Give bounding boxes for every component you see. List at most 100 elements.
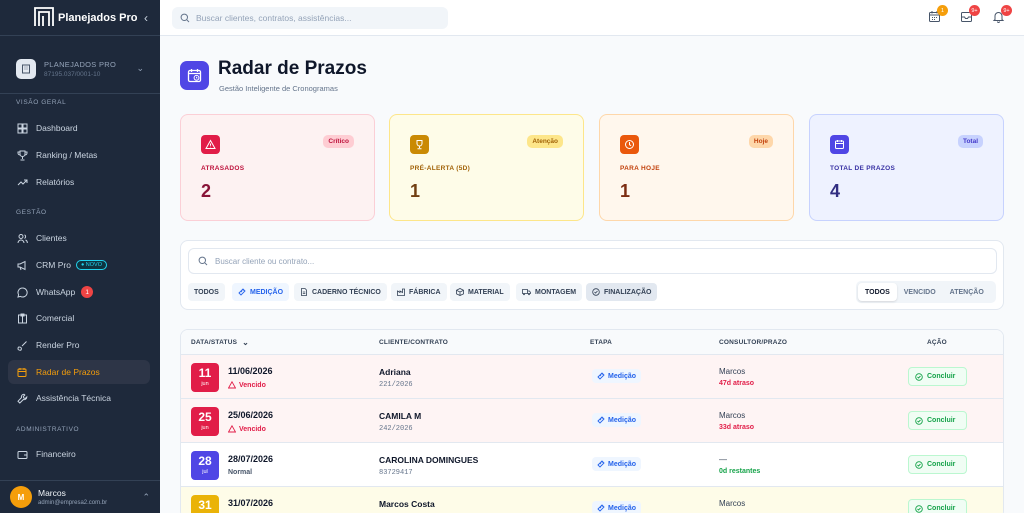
filter-chip-material[interactable]: MATERIAL xyxy=(450,283,510,301)
clipboard-icon xyxy=(18,313,27,323)
kpi-card-total[interactable]: Total TOTAL DE PRAZOS 4 xyxy=(809,114,1004,221)
sidebar-item-crm-pro[interactable]: CRM Pro ● NOVO xyxy=(8,253,150,277)
date-day: 28 xyxy=(198,454,212,468)
sidebar-item-assistencia-tecnica[interactable]: Assistência Técnica xyxy=(8,386,150,410)
row-status: Vencido xyxy=(228,425,266,433)
chip-label: FÁBRICA xyxy=(409,288,441,296)
sidebar-item-ranking[interactable]: Ranking / Metas xyxy=(8,143,150,167)
sidebar-item-label: Dashboard xyxy=(36,123,78,133)
sidebar-item-render-pro[interactable]: Render Pro xyxy=(8,333,150,357)
user-menu[interactable]: M Marcos admin@empresa2.com.br ⌃ xyxy=(0,480,160,513)
conclude-button[interactable]: Concluir xyxy=(908,411,967,430)
ruler-icon xyxy=(597,372,605,380)
kpi-value: 2 xyxy=(201,181,212,201)
column-header-consultant: CONSULTOR/PRAZO xyxy=(719,339,788,346)
filter-chip-montagem[interactable]: MONTAGEM xyxy=(516,283,583,301)
header-label: DATA/STATUS xyxy=(191,339,238,346)
notification-badge: 9+ xyxy=(1001,5,1012,16)
client-search-input[interactable]: Buscar cliente ou contrato... xyxy=(188,248,997,274)
stage-badge: Medição xyxy=(592,501,642,513)
filter-panel: Buscar cliente ou contrato... TODOS MEDI… xyxy=(180,240,1004,310)
whatsapp-icon xyxy=(17,286,28,298)
row-deadline: 0d restantes xyxy=(719,468,761,475)
conclude-button[interactable]: Concluir xyxy=(908,367,967,386)
section-gestao: GESTÃO xyxy=(16,209,47,216)
kpi-card-pre-alerta[interactable]: Atenção PRÉ-ALERTA (5D) 1 xyxy=(389,114,584,221)
table-row[interactable]: 25 jun 25/06/2026 Vencido CAMILA M 242/20… xyxy=(181,399,1003,443)
clock-icon xyxy=(620,135,639,154)
company-name: PLANEJADOS PRO xyxy=(44,59,117,69)
collapse-sidebar-button[interactable]: ‹ xyxy=(144,11,148,25)
chip-label: FINALIZAÇÃO xyxy=(604,288,652,296)
date-month: jun xyxy=(201,381,209,387)
sidebar-item-clientes[interactable]: Clientes xyxy=(8,226,150,250)
search-placeholder: Buscar cliente ou contrato... xyxy=(215,256,315,266)
date-day: 31 xyxy=(198,498,212,512)
avatar: M xyxy=(10,486,32,508)
row-contract: 242/2026 xyxy=(379,425,413,433)
filter-chip-medicao[interactable]: MEDIÇÃO xyxy=(232,283,290,301)
status-text: Vencido xyxy=(239,425,266,433)
notification-badge: 1 xyxy=(937,5,948,16)
chip-label: MONTAGEM xyxy=(535,288,577,296)
page-subtitle: Gestão Inteligente de Cronogramas xyxy=(219,84,338,93)
page-title: Radar de Prazos xyxy=(218,58,367,79)
chip-label: TODOS xyxy=(194,288,219,296)
warning-icon xyxy=(228,425,236,433)
row-contract: 221/2026 xyxy=(379,381,413,389)
filter-chip-fabrica[interactable]: FÁBRICA xyxy=(391,283,447,301)
sidebar-item-financeiro[interactable]: Financeiro xyxy=(8,442,150,466)
sidebar-item-dashboard[interactable]: Dashboard xyxy=(8,116,150,140)
wallet-icon xyxy=(17,450,28,459)
user-name: Marcos xyxy=(38,488,66,498)
check-circle-icon xyxy=(592,288,600,296)
ruler-icon xyxy=(597,504,605,512)
segment-atencao[interactable]: ATENÇÃO xyxy=(943,283,991,301)
brush-icon xyxy=(17,340,27,351)
table-row[interactable]: 28 jul 28/07/2026 Normal CAROLINA DOMINGU… xyxy=(181,443,1003,487)
filter-chip-caderno-tecnico[interactable]: CADERNO TÉCNICO xyxy=(294,283,387,301)
kpi-value: 4 xyxy=(830,181,841,201)
row-date: 28/07/2026 xyxy=(228,454,274,464)
row-contract: 83729417 xyxy=(379,469,413,477)
conclude-button[interactable]: Concluir xyxy=(908,455,967,474)
tasks-button[interactable]: 9+ xyxy=(960,5,980,23)
chip-label: MATERIAL xyxy=(468,288,504,296)
chevron-up-icon: ⌃ xyxy=(142,491,150,502)
date-badge: 11 jun xyxy=(191,363,219,392)
calendar-button[interactable]: 1 xyxy=(928,5,948,23)
sidebar-item-radar-de-prazos[interactable]: Radar de Prazos xyxy=(8,360,150,384)
sidebar-item-whatsapp[interactable]: WhatsApp 1 xyxy=(8,280,150,304)
trend-icon xyxy=(17,179,28,185)
company-switcher[interactable]: PLANEJADOS PRO 87195.037/0001-10 ⌄ xyxy=(0,44,160,94)
stage-label: Medição xyxy=(608,372,637,380)
table-row[interactable]: 31jul 31/07/2026 Marcos Costa Medição Ma… xyxy=(181,487,1003,513)
filter-chip-todos[interactable]: TODOS xyxy=(188,283,225,301)
sidebar-item-relatorios[interactable]: Relatórios xyxy=(8,170,150,194)
filter-chip-finalizacao[interactable]: FINALIZAÇÃO xyxy=(586,283,658,301)
segment-todos[interactable]: TODOS xyxy=(858,283,897,301)
company-cnpj: 87195.037/0001-10 xyxy=(44,70,101,78)
row-client: Marcos Costa xyxy=(379,499,435,509)
global-search-input[interactable]: Buscar clientes, contratos, assistências… xyxy=(172,7,448,29)
stage-label: Medição xyxy=(608,504,637,512)
status-text: Normal xyxy=(228,469,253,476)
notifications-button[interactable]: 9+ xyxy=(992,5,1012,23)
truck-icon xyxy=(522,289,531,296)
segment-vencido[interactable]: VENCIDO xyxy=(897,283,943,301)
deadlines-table: DATA/STATUS ⌄ CLIENTE/CONTRATO ETAPA CON… xyxy=(180,329,1004,513)
row-status: Vencido xyxy=(228,381,266,389)
sidebar-item-comercial[interactable]: Comercial xyxy=(8,306,150,330)
row-consultant: Marcos xyxy=(719,367,746,376)
kpi-card-para-hoje[interactable]: Hoje PARA HOJE 1 xyxy=(599,114,794,221)
column-header-client: CLIENTE/CONTRATO xyxy=(379,339,449,346)
table-row[interactable]: 11 jun 11/06/2026 Vencido Adriana 221/202… xyxy=(181,355,1003,399)
row-date: 31/07/2026 xyxy=(228,498,274,508)
new-badge: ● NOVO xyxy=(75,260,107,270)
dashboard-icon xyxy=(17,123,28,133)
conclude-button[interactable]: Concluir xyxy=(908,499,967,513)
stage-label: Medição xyxy=(608,460,637,468)
kpi-card-atrasados[interactable]: Crítico ATRASADOS 2 xyxy=(180,114,375,221)
status-text: Vencido xyxy=(239,381,266,389)
column-header-date[interactable]: DATA/STATUS ⌄ xyxy=(191,330,249,355)
